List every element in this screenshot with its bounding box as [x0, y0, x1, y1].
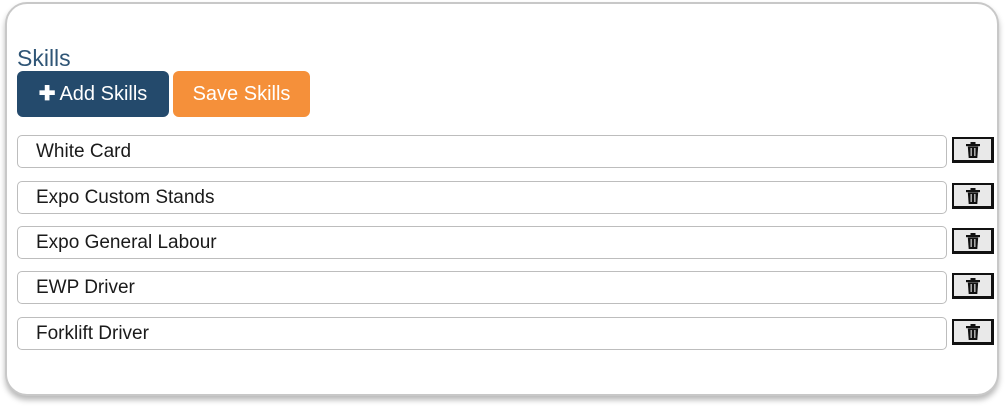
section-title: Skills	[17, 45, 71, 71]
add-skills-label: Add Skills	[59, 83, 148, 105]
trash-icon	[965, 323, 980, 340]
delete-skill-button[interactable]	[952, 319, 994, 345]
skill-row: Expo General Labour	[17, 226, 997, 259]
trash-icon	[965, 141, 980, 158]
trash-icon	[965, 187, 980, 204]
delete-skill-button[interactable]	[952, 183, 994, 209]
skill-input[interactable]: White Card	[17, 135, 947, 168]
trash-icon	[965, 277, 980, 294]
skill-row: Forklift Driver	[17, 317, 997, 350]
skill-input[interactable]: Expo Custom Stands	[17, 181, 947, 214]
skill-row: EWP Driver	[17, 271, 997, 304]
delete-skill-button[interactable]	[952, 137, 994, 163]
plus-icon: ✚	[38, 83, 56, 105]
add-skills-button[interactable]: ✚ Add Skills	[17, 71, 169, 117]
skill-row: Expo Custom Stands	[17, 181, 997, 214]
skill-input[interactable]: EWP Driver	[17, 271, 947, 304]
delete-skill-button[interactable]	[952, 273, 994, 299]
skill-input[interactable]: Expo General Labour	[17, 226, 947, 259]
delete-skill-button[interactable]	[952, 228, 994, 254]
save-skills-button[interactable]: Save Skills	[173, 71, 310, 117]
trash-icon	[965, 232, 980, 249]
skill-input[interactable]: Forklift Driver	[17, 317, 947, 350]
save-skills-label: Save Skills	[192, 83, 291, 105]
skill-row: White Card	[17, 135, 997, 168]
